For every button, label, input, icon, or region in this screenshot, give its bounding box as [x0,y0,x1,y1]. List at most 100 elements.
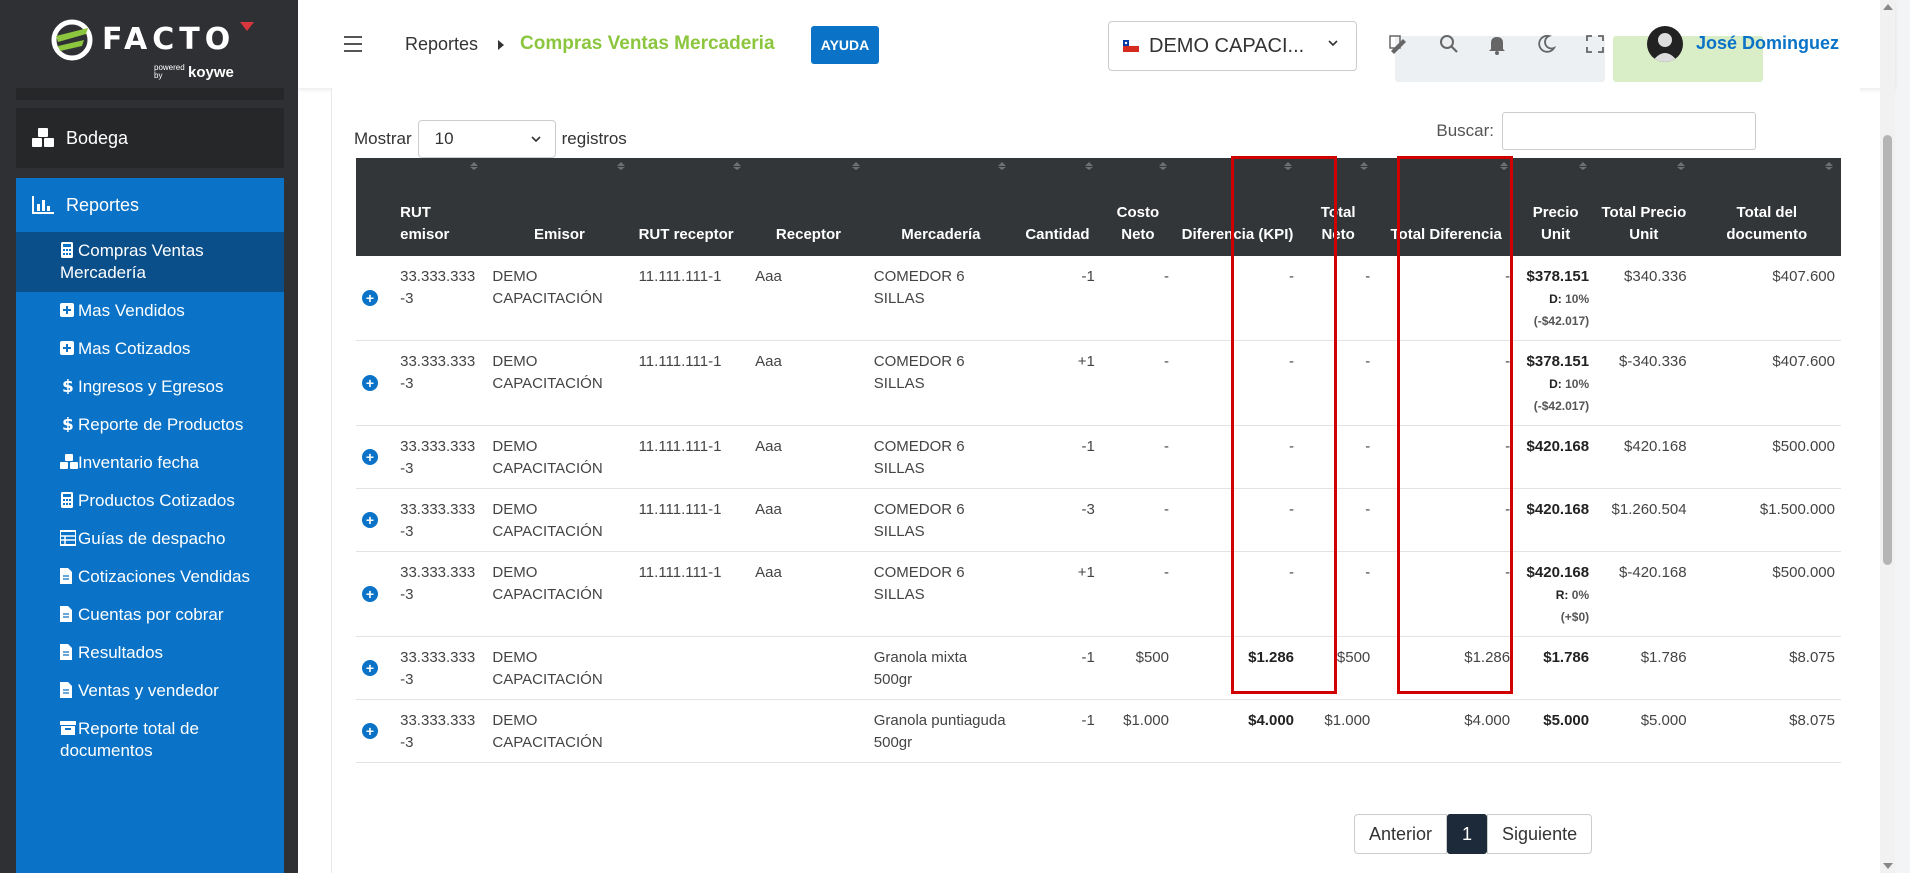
sidebar-item-ventas-y-vendedor[interactable]: Ventas y vendedor [16,672,284,710]
table-row[interactable]: +33.333.333 -3 DEMO CAPACITACIÓN 11.111.11… [356,256,1841,341]
sidebar-item-reporte-total-de-documentos[interactable]: Reporte total de documentos [16,710,284,770]
cell-total-neto: - [1300,340,1377,426]
sidebar-item-mas-cotizados[interactable]: Mas Cotizados [16,330,284,368]
cell-receptor [749,636,868,700]
sidebar-item-bodega[interactable]: Bodega [16,108,284,168]
column-header-total-neto[interactable]: Total Neto [1300,158,1377,256]
expand-row-icon[interactable]: + [362,586,378,602]
cell-total-diferencia: - [1376,425,1517,489]
sidebar-item-mas-vendidos[interactable]: Mas Vendidos [16,292,284,330]
fullscreen-icon[interactable] [1584,33,1606,55]
sidebar-item-guías-de-despacho[interactable]: Guías de despacho [16,520,284,558]
expand-row-icon[interactable]: + [362,512,378,528]
hamburger-menu-icon[interactable] [344,36,362,52]
sidebar-item-compras-ventas-mercadería[interactable]: Compras Ventas Mercadería [16,232,284,292]
column-header-costo-neto[interactable]: Costo Neto [1100,158,1175,256]
expand-row-icon[interactable]: + [362,449,378,465]
table-row[interactable]: +33.333.333 -3 DEMO CAPACITACIÓN 11.111.11… [356,488,1841,552]
table-header-row: RUT emisor Emisor RUT receptor Receptor … [356,158,1841,256]
facto-logo[interactable]: FACTO powered by koywe [50,14,260,81]
cell-cantidad: -3 [1013,488,1101,552]
report-table: RUT emisor Emisor RUT receptor Receptor … [356,158,1841,763]
sidebar-item-label: Cotizaciones Vendidas [78,567,251,586]
column-header-rut-emisor[interactable]: RUT emisor [394,158,487,256]
bell-icon[interactable] [1486,33,1508,55]
column-header-mercaderia[interactable]: Mercadería [867,158,1014,256]
cell-rut-receptor: 11.111.111-1 [632,256,750,341]
cell-expand: + [356,340,395,426]
column-header-emisor[interactable]: Emisor [486,158,633,256]
column-header-total-documento[interactable]: Total del documento [1692,158,1841,256]
sidebar-section-label: Reportes [66,194,140,215]
sidebar-item-label: Compras Ventas Mercadería [60,241,204,282]
cell-total-diferencia: - [1376,488,1517,552]
cell-rut-emisor: 33.333.333 -3 [394,551,487,637]
expand-row-icon[interactable]: + [362,375,378,391]
search-input[interactable] [1502,112,1756,150]
table-row[interactable]: +33.333.333 -3 DEMO CAPACITACIÓN 11.111.11… [356,425,1841,489]
table-row[interactable]: +33.333.333 -3 DEMO CAPACITACIÓN Granola m… [356,636,1841,700]
sort-icon [733,162,742,170]
column-header-receptor[interactable]: Receptor [749,158,868,256]
company-selector[interactable]: DEMO CAPACI... [1108,21,1357,71]
scrollbar-thumb[interactable] [1883,135,1892,565]
sidebar-item-productos-cotizados[interactable]: Productos Cotizados [16,482,284,520]
cell-total-documento: $407.600 [1692,340,1841,426]
cell-rut-emisor: 33.333.333 -3 [394,340,487,426]
sidebar-item-inventario-fecha[interactable]: Inventario fecha [16,444,284,482]
sidebar-item-ingresos-y-egresos[interactable]: $ Ingresos y Egresos [16,368,284,406]
moon-icon[interactable] [1535,33,1557,55]
price-discount-amount: (-$42.017) [1533,399,1590,413]
cell-total-diferencia: $1.286 [1376,636,1517,700]
expand-row-icon[interactable]: + [362,723,378,739]
expand-row-icon[interactable]: + [362,290,378,306]
sidebar-item-cuentas-por-cobrar[interactable]: Cuentas por cobrar [16,596,284,634]
cell-rut-receptor: 11.111.111-1 [632,488,750,552]
column-header-cantidad[interactable]: Cantidad [1013,158,1101,256]
column-header-diferencia[interactable]: Diferencia (KPI) [1175,158,1301,256]
next-page-button[interactable]: Siguiente [1487,814,1593,854]
cell-precio-unit: $1.786 [1516,636,1596,700]
table-row[interactable]: +33.333.333 -3 DEMO CAPACITACIÓN 11.111.11… [356,340,1841,426]
column-header-precio-unit[interactable]: Precio Unit [1516,158,1596,256]
cell-total-diferencia: - [1376,340,1517,426]
user-name[interactable]: José Dominguez [1696,33,1839,54]
table-row[interactable]: +33.333.333 -3 DEMO CAPACITACIÓN Granola p… [356,699,1841,763]
facto-logo-icon [51,19,93,61]
cell-total-precio-unit: $1.260.504 [1595,488,1693,552]
search-icon[interactable] [1438,33,1460,55]
cell-cantidad: -1 [1013,256,1101,341]
cell-emisor: DEMO CAPACITACIÓN [486,256,633,341]
sidebar-item-reportes[interactable]: Reportes [16,178,284,232]
cell-total-neto: $500 [1300,636,1377,700]
show-label: Mostrar [354,129,412,148]
page-button-current[interactable]: 1 [1447,814,1488,854]
sidebar-item-label: Reporte de Productos [78,415,244,434]
cell-diferencia: - [1175,340,1301,426]
table-row[interactable]: +33.333.333 -3 DEMO CAPACITACIÓN 11.111.11… [356,551,1841,637]
cell-total-documento: $8.075 [1692,636,1841,700]
page-size-select[interactable]: 10 [417,120,556,158]
previous-page-button[interactable]: Anterior [1354,814,1448,854]
column-header-total-diferencia[interactable]: Total Diferencia [1376,158,1517,256]
file-icon [60,682,74,698]
cell-total-documento: $500.000 [1692,425,1841,489]
sidebar-item-cotizaciones-vendidas[interactable]: Cotizaciones Vendidas [16,558,284,596]
scroll-down-icon[interactable] [1883,863,1893,869]
help-button[interactable]: AYUDA [811,26,879,64]
column-header-rut-receptor[interactable]: RUT receptor [632,158,750,256]
sidebar-item-label: Ingresos y Egresos [78,377,224,396]
sidebar-item-resultados[interactable]: Resultados [16,634,284,672]
expand-row-icon[interactable]: + [362,660,378,676]
scroll-up-icon[interactable] [1883,4,1893,10]
cell-emisor: DEMO CAPACITACIÓN [486,425,633,489]
column-header-total-precio-unit[interactable]: Total Precio Unit [1595,158,1693,256]
vertical-scrollbar[interactable] [1880,0,1895,873]
signature-icon[interactable] [1388,33,1410,55]
table-search: Buscar: [1436,112,1756,150]
cell-mercaderia: Granola mixta 500gr [867,636,1014,700]
breadcrumb-parent[interactable]: Reportes [405,34,478,55]
sidebar-item-reporte-de-productos[interactable]: $ Reporte de Productos [16,406,284,444]
avatar[interactable] [1647,26,1683,62]
file-icon [60,644,74,660]
